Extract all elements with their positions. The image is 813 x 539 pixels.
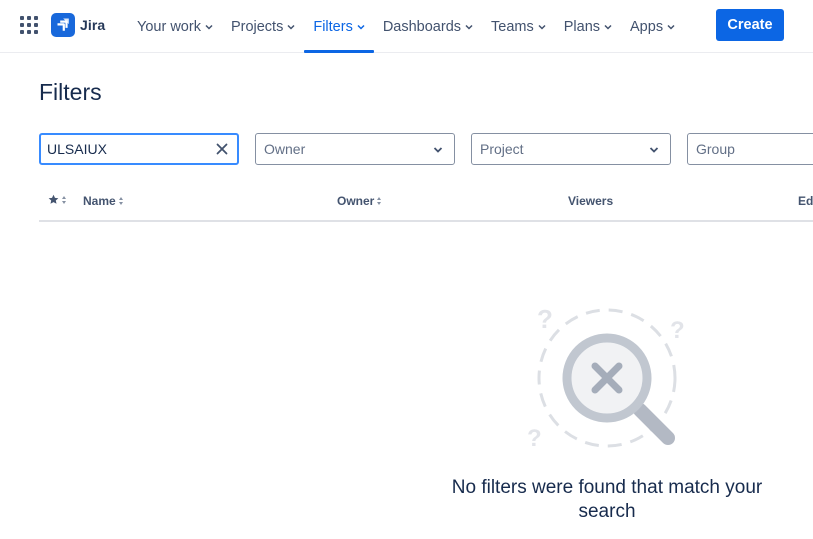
column-viewers: Viewers <box>568 194 613 208</box>
column-editors: Ed <box>798 194 813 208</box>
nav-plans-label: Plans <box>563 18 601 35</box>
nav-your-work[interactable]: Your work <box>128 0 222 53</box>
no-results-illustration: ? ? ? <box>527 304 685 452</box>
create-button[interactable]: Create <box>716 9 784 41</box>
jira-logo-icon <box>51 13 75 37</box>
group-select-placeholder: Group <box>696 141 735 157</box>
nav-filters-label: Filters <box>313 18 353 35</box>
svg-text:?: ? <box>537 304 553 334</box>
sort-icon <box>118 197 123 205</box>
nav-dashboards-label: Dashboards <box>382 18 462 35</box>
chevron-down-icon <box>667 24 675 30</box>
svg-text:?: ? <box>527 425 542 452</box>
nav-teams-label: Teams <box>491 18 534 35</box>
column-editors-label: Ed <box>798 194 813 208</box>
group-select[interactable]: Group <box>687 133 813 165</box>
app-switcher-icon[interactable] <box>20 16 38 34</box>
chevron-down-icon <box>538 24 546 30</box>
column-owner-label: Owner <box>337 194 375 208</box>
column-name[interactable]: Name <box>83 194 124 208</box>
owner-select-placeholder: Owner <box>264 141 306 157</box>
nav-apps[interactable]: Apps <box>621 0 684 53</box>
empty-state-message: No filters were found that match your se… <box>451 477 763 522</box>
nav-projects[interactable]: Projects <box>222 0 304 53</box>
project-select[interactable]: Project <box>471 133 671 165</box>
column-viewers-label: Viewers <box>568 194 614 208</box>
chevron-down-icon <box>465 24 473 30</box>
close-icon[interactable] <box>215 142 229 156</box>
nav-filters[interactable]: Filters <box>304 0 375 53</box>
filter-search-field[interactable] <box>39 133 239 165</box>
sort-icon <box>62 195 66 204</box>
chevron-down-icon <box>433 147 443 153</box>
chevron-down-icon <box>649 147 659 153</box>
top-navigation: Jira Your work Projects Filters Dashboar… <box>0 0 813 53</box>
jira-logo[interactable]: Jira <box>51 13 105 37</box>
chevron-down-icon <box>357 24 365 30</box>
chevron-down-icon <box>604 24 612 30</box>
sort-icon <box>377 197 382 205</box>
svg-text:?: ? <box>670 317 685 344</box>
owner-select[interactable]: Owner <box>255 133 455 165</box>
column-owner[interactable]: Owner <box>337 194 382 208</box>
nav-projects-label: Projects <box>230 18 284 35</box>
primary-nav: Your work Projects Filters Dashboards Te… <box>128 0 684 53</box>
chevron-down-icon <box>287 24 295 30</box>
chevron-down-icon <box>205 24 213 30</box>
column-name-label: Name <box>83 194 116 208</box>
project-select-placeholder: Project <box>480 141 524 157</box>
nav-dashboards[interactable]: Dashboards <box>374 0 482 53</box>
nav-teams[interactable]: Teams <box>482 0 555 53</box>
logo-text: Jira <box>80 17 106 33</box>
page-title: Filters <box>39 79 102 105</box>
filters-table-header: Name Owner Viewers Ed <box>39 186 813 222</box>
nav-your-work-label: Your work <box>137 18 201 35</box>
column-starred[interactable] <box>48 194 67 205</box>
nav-apps-label: Apps <box>630 18 664 35</box>
filter-search-input[interactable] <box>47 141 207 157</box>
nav-plans[interactable]: Plans <box>555 0 621 53</box>
star-icon <box>48 194 59 204</box>
